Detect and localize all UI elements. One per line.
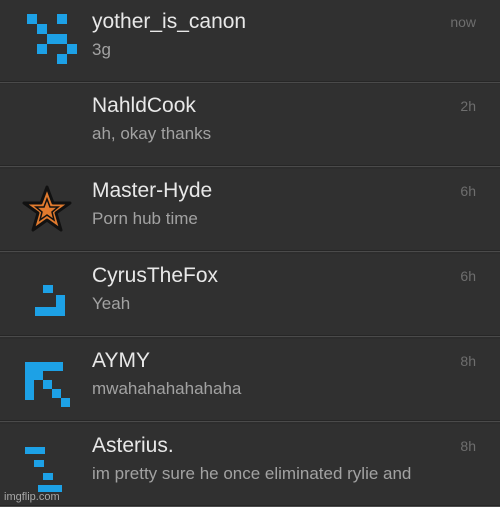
watermark: imgflip.com — [4, 491, 60, 503]
conversation-name: Master-Hyde — [92, 179, 213, 202]
conversation-message: im pretty sure he once eliminated rylie … — [92, 464, 412, 483]
conversation-row-cyrusthefox[interactable]: CyrusTheFox Yeah 6h — [0, 254, 500, 337]
conversation-name: CyrusTheFox — [92, 264, 219, 287]
conversation-row-yother-is-canon[interactable]: yother_is_canon 3g now — [0, 0, 500, 83]
conversation-time: 6h — [460, 268, 476, 284]
conversation-name: AYMY — [92, 349, 150, 372]
pixel-arrow-icon — [20, 352, 78, 410]
conversation-time: 2h — [460, 98, 476, 114]
conversation-name: NahldCook — [92, 94, 196, 117]
conversation-time: 8h — [460, 438, 476, 454]
conversation-row-nahldcook[interactable]: NahldCook ah, okay thanks 2h — [0, 84, 500, 167]
conversation-message: mwahahahahahaha — [92, 379, 242, 398]
conversation-message: 3g — [92, 40, 111, 59]
conversation-row-master-hyde[interactable]: Master-Hyde Porn hub time 6h — [0, 169, 500, 252]
conversation-message: Porn hub time — [92, 209, 198, 228]
conversation-list: yother_is_canon 3g now NahldCook ah, oka… — [0, 0, 500, 507]
conversation-message: Yeah — [92, 294, 131, 313]
blank-avatar — [20, 97, 78, 155]
conversation-time: 8h — [460, 353, 476, 369]
conversation-name: Asterius. — [92, 434, 174, 457]
conversation-name: yother_is_canon — [92, 10, 247, 33]
pixel-hook-icon — [20, 267, 78, 325]
conversation-row-asterius[interactable]: Asterius. im pretty sure he once elimina… — [0, 424, 500, 507]
pixel-x-icon — [20, 13, 78, 71]
conversation-time: now — [450, 14, 476, 30]
conversation-time: 6h — [460, 183, 476, 199]
conversation-message: ah, okay thanks — [92, 124, 212, 143]
pixel-glyph-icon — [20, 437, 78, 495]
orange-star-icon — [20, 182, 78, 240]
conversation-row-aymy[interactable]: AYMY mwahahahahahaha 8h — [0, 339, 500, 422]
